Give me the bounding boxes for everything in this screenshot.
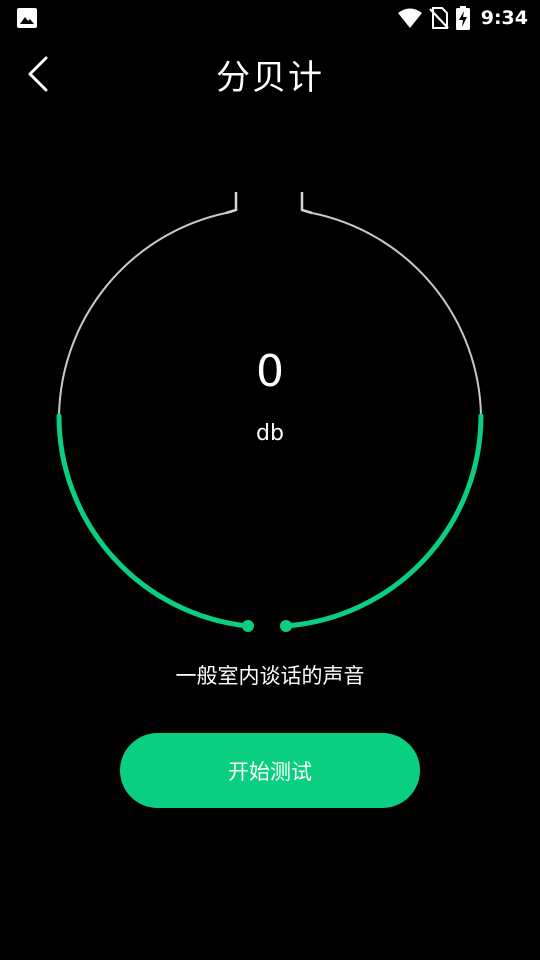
gauge-end-dot-right — [280, 620, 292, 632]
gallery-icon — [17, 8, 37, 28]
status-icons: 9:34 — [397, 5, 528, 31]
status-bar: 9:34 — [0, 0, 540, 36]
gauge-active-arc-right — [283, 413, 484, 629]
decibel-gauge — [0, 180, 540, 650]
decibel-value: 0 — [256, 346, 284, 397]
start-test-button[interactable]: 开始测试 — [120, 733, 420, 808]
gauge-graphic — [56, 192, 484, 632]
gauge-top-notch-left — [225, 192, 238, 215]
status-time: 9:34 — [480, 7, 528, 29]
gauge-active-arc-left — [56, 413, 251, 629]
noise-level-description: 一般室内谈话的声音 — [175, 664, 365, 688]
decibel-unit: db — [256, 421, 284, 446]
battery-charging-icon — [455, 6, 470, 30]
gauge-top-notch-right — [300, 192, 313, 215]
decibel-meter-screen: 9:34 分贝计 0 db 一般室内谈话的声音 开始测试 — [0, 0, 540, 960]
no-sim-icon — [428, 7, 449, 29]
gauge-end-dot-left — [242, 620, 254, 632]
wifi-icon — [397, 8, 422, 28]
page-title: 分贝计 — [216, 58, 324, 98]
